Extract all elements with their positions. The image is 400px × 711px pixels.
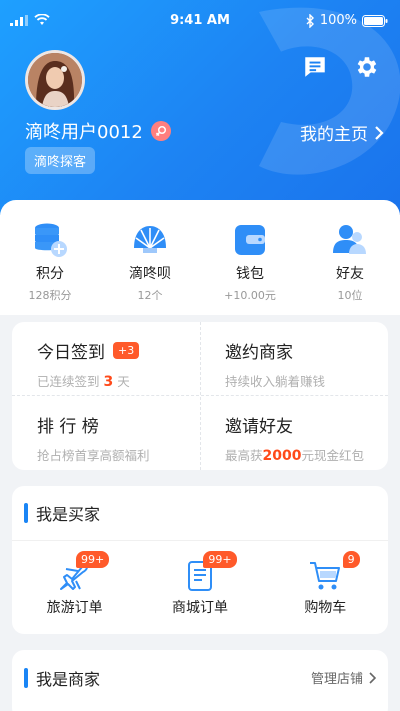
battery-percent: 100% <box>319 13 357 28</box>
friends-icon <box>333 225 366 254</box>
checkin-days: 3 <box>103 374 114 390</box>
buyer-section-title: 我是买家 <box>36 505 101 524</box>
avatar[interactable] <box>25 50 85 110</box>
my-homepage-label: 我的主页 <box>300 125 368 145</box>
chevron-right-icon <box>375 125 384 140</box>
ranking-card[interactable]: 排 行 榜 抢占榜首享高额福利 <box>12 396 200 470</box>
stat-shells[interactable]: 滴咚呗 12个 <box>100 222 200 315</box>
stat-points[interactable]: 积分 128积分 <box>0 222 100 315</box>
invite-merchant-title: 邀约商家 <box>225 343 293 363</box>
invite-friend-sub-prefix: 最高获 <box>225 448 263 463</box>
stat-wallet[interactable]: 钱包 +10.00元 <box>200 222 300 315</box>
checkin-sub-suffix: 天 <box>117 374 130 389</box>
order-count-badge: 99+ <box>76 551 110 568</box>
checkin-bonus-badge: +3 <box>113 342 140 359</box>
invite-friend-title: 邀请好友 <box>225 417 293 437</box>
buyer-section: 我是买家 99+ 旅游订单 99+ 商城订单 9 购物车 <box>12 486 388 634</box>
action-grid: 今日签到 +3 已连续签到 3 天 邀约商家 持续收入躺着赚钱 排 行 榜 抢占… <box>12 322 388 470</box>
chevron-right-icon <box>369 671 376 684</box>
avatar-image <box>28 53 82 107</box>
stat-friends[interactable]: 好友 10位 <box>300 222 400 315</box>
stat-value: 12个 <box>137 289 163 302</box>
merchant-section: 我是商家 管理店铺 <box>12 650 388 711</box>
order-label: 购物车 <box>304 600 347 616</box>
invite-merchant-sub: 持续收入躺着赚钱 <box>225 374 326 389</box>
order-count-badge: 9 <box>342 551 360 568</box>
invite-merchant-card[interactable]: 邀约商家 持续收入躺着赚钱 <box>200 322 388 396</box>
status-bar: 9:41 AM 100% <box>0 0 400 40</box>
invite-friend-card[interactable]: 邀请好友 最高获2000元现金红包 <box>200 396 388 470</box>
cart-icon <box>310 562 341 590</box>
section-accent-bar <box>24 667 28 688</box>
shopping-cart[interactable]: 9 购物车 <box>263 551 388 631</box>
section-accent-bar <box>24 503 28 523</box>
username-row: 滴咚用户0012 <box>25 118 171 144</box>
order-count-badge: 99+ <box>203 551 237 568</box>
stats-card: 积分 128积分 滴咚呗 12个 钱包 +10.00元 好友 10位 <box>0 200 400 315</box>
manage-store-label: 管理店铺 <box>310 672 363 687</box>
female-icon <box>150 121 171 141</box>
stat-label: 滴咚呗 <box>129 266 171 282</box>
wallet-icon <box>235 225 265 255</box>
merchant-section-header: 我是商家 管理店铺 <box>12 650 388 705</box>
bluetooth-icon <box>306 13 314 28</box>
database-coins-icon <box>35 223 67 257</box>
checkin-title: 今日签到 <box>37 343 105 363</box>
invite-friend-sub-suffix: 元现金红包 <box>301 448 364 463</box>
battery-icon <box>362 14 388 27</box>
status-right: 100% <box>306 13 388 28</box>
stat-value: 128积分 <box>28 289 72 302</box>
merchant-section-title: 我是商家 <box>36 669 101 689</box>
stat-label: 钱包 <box>236 266 264 282</box>
checkin-sub-prefix: 已连续签到 <box>37 374 100 389</box>
buyer-orders: 99+ 旅游订单 99+ 商城订单 9 购物车 <box>12 541 388 631</box>
order-label: 商城订单 <box>171 600 228 616</box>
level-badge: 滴咚探客 <box>25 147 96 174</box>
stat-value: 10位 <box>337 289 363 302</box>
my-homepage-link[interactable]: 我的主页 <box>300 120 384 145</box>
gear-icon[interactable] <box>354 54 380 80</box>
stat-label: 积分 <box>36 266 64 282</box>
mall-orders[interactable]: 99+ 商城订单 <box>137 551 262 631</box>
username: 滴咚用户0012 <box>25 122 143 143</box>
header-actions <box>302 54 380 80</box>
shell-icon <box>134 226 166 253</box>
ranking-title: 排 行 榜 <box>37 417 99 437</box>
invite-friend-amount: 2000 <box>262 448 302 464</box>
travel-orders[interactable]: 99+ 旅游订单 <box>12 551 137 631</box>
manage-store-link[interactable]: 管理店铺 <box>311 668 376 687</box>
ranking-sub: 抢占榜首享高额福利 <box>37 448 150 463</box>
stat-value: +10.00元 <box>224 289 276 302</box>
message-icon[interactable] <box>302 54 328 80</box>
checkin-card[interactable]: 今日签到 +3 已连续签到 3 天 <box>12 322 200 396</box>
buyer-section-header: 我是买家 <box>12 486 388 541</box>
order-label: 旅游订单 <box>46 600 103 616</box>
stat-label: 好友 <box>336 266 364 282</box>
